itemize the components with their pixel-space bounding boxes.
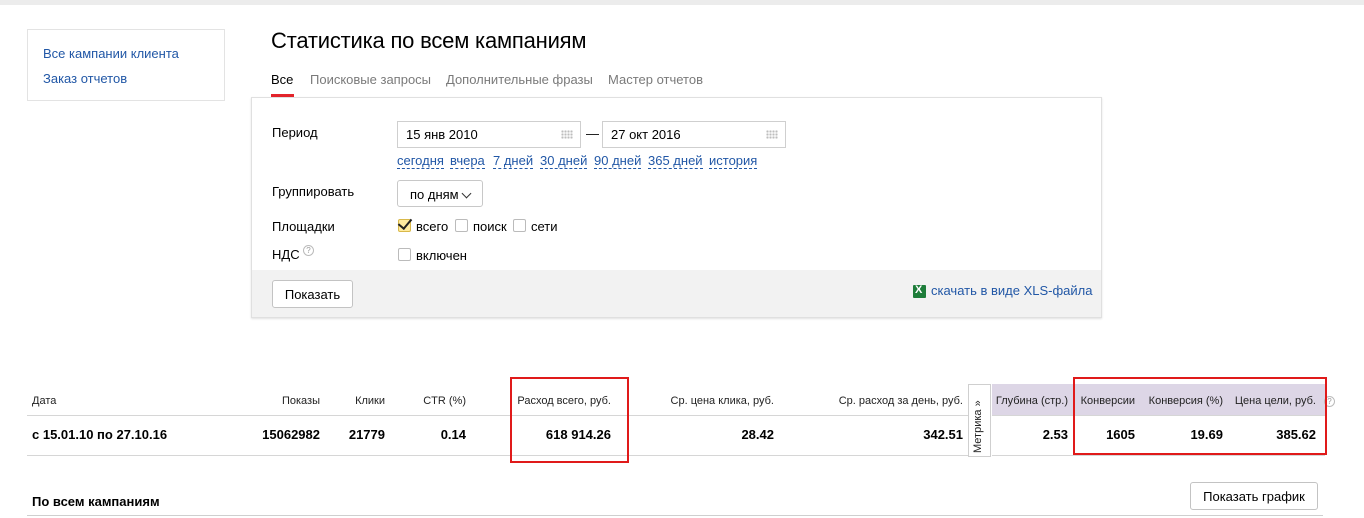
chevron-down-icon xyxy=(461,188,472,199)
row-impressions: 15062982 xyxy=(262,427,320,442)
platforms-label: Площадки xyxy=(272,219,335,234)
sidebar-link-all-campaigns[interactable]: Все кампании клиента xyxy=(43,46,179,61)
table-header-divider xyxy=(27,415,968,416)
footer-divider xyxy=(27,515,1323,516)
tab-additional-phrases[interactable]: Дополнительные фразы xyxy=(446,72,593,87)
platform-networks-label: сети xyxy=(531,219,558,234)
quick-range-30-days[interactable]: 30 дней xyxy=(540,154,588,169)
metrika-label: Метрика » xyxy=(972,400,984,453)
quick-range-yesterday[interactable]: вчера xyxy=(450,154,485,169)
quick-range-365-days[interactable]: 365 дней xyxy=(648,154,703,169)
section-title-all-campaigns: По всем кампаниям xyxy=(32,494,160,509)
col-header-ctr[interactable]: CTR (%) xyxy=(385,395,466,407)
row-date: с 15.01.10 по 27.10.16 xyxy=(32,427,168,442)
platform-all-checkbox[interactable] xyxy=(397,214,413,232)
quick-range-90-days[interactable]: 90 дней xyxy=(594,154,642,169)
metrika-toggle[interactable]: Метрика » xyxy=(968,384,991,457)
col-header-depth[interactable]: Глубина (стр.) xyxy=(992,395,1068,407)
platform-search-checkbox[interactable] xyxy=(455,219,468,232)
calendar-icon[interactable] xyxy=(561,130,573,139)
group-by-value: по дням xyxy=(410,187,459,202)
vat-help-icon[interactable]: ? xyxy=(303,245,314,256)
date-to-field[interactable]: 27 окт 2016 xyxy=(602,121,786,148)
group-by-select[interactable]: по дням xyxy=(397,180,483,207)
excel-icon: X xyxy=(913,284,926,298)
vat-option-label: включен xyxy=(416,248,467,263)
date-from-field[interactable]: 15 янв 2010 xyxy=(397,121,581,148)
row-avg-cpc: 28.42 xyxy=(741,427,774,442)
row-clicks: 21779 xyxy=(348,427,385,442)
show-button[interactable]: Показать xyxy=(272,280,353,308)
vat-label: НДС xyxy=(272,247,300,262)
tab-search-queries[interactable]: Поисковые запросы xyxy=(310,72,431,87)
show-chart-button[interactable]: Показать график xyxy=(1190,482,1318,510)
download-xls-link[interactable]: скачать в виде XLS-файла xyxy=(931,283,1093,298)
row-ctr: 0.14 xyxy=(440,427,466,442)
group-label: Группировать xyxy=(272,184,355,199)
page-title: Статистика по всем кампаниям xyxy=(271,28,587,53)
top-strip xyxy=(0,0,1364,5)
row-avg-daily-spend: 342.51 xyxy=(923,427,963,442)
calendar-icon[interactable] xyxy=(766,130,778,139)
highlight-spend-total xyxy=(510,377,629,463)
sidebar: Все кампании клиента Заказ отчетов xyxy=(27,29,225,101)
highlight-conversion-columns xyxy=(1073,377,1327,455)
col-header-date: Дата xyxy=(32,395,57,407)
table-bottom-divider xyxy=(27,455,968,456)
sidebar-link-report-orders[interactable]: Заказ отчетов xyxy=(43,71,127,86)
date-to-value: 27 окт 2016 xyxy=(611,127,681,142)
platform-networks-checkbox[interactable] xyxy=(513,219,526,232)
vat-checkbox[interactable] xyxy=(398,248,411,261)
quick-range-history[interactable]: история xyxy=(709,154,758,169)
date-from-value: 15 янв 2010 xyxy=(406,127,478,142)
quick-range-7-days[interactable]: 7 дней xyxy=(493,154,534,169)
quick-range-today[interactable]: сегодня xyxy=(397,154,444,169)
col-header-avg-daily-spend[interactable]: Ср. расход за день, руб. xyxy=(780,395,963,407)
period-label: Период xyxy=(272,125,318,140)
col-header-avg-cpc[interactable]: Ср. цена клика, руб. xyxy=(620,395,774,407)
col-header-clicks[interactable]: Клики xyxy=(320,395,385,407)
date-separator: — xyxy=(586,126,599,141)
table-bottom-divider-right xyxy=(992,455,1325,456)
row-depth: 2.53 xyxy=(1042,427,1068,442)
tab-report-wizard[interactable]: Мастер отчетов xyxy=(608,72,703,87)
col-header-impressions[interactable]: Показы xyxy=(240,395,320,407)
tab-all[interactable]: Все xyxy=(271,72,293,87)
platform-all-label: всего xyxy=(416,219,449,234)
platform-search-label: поиск xyxy=(473,219,507,234)
